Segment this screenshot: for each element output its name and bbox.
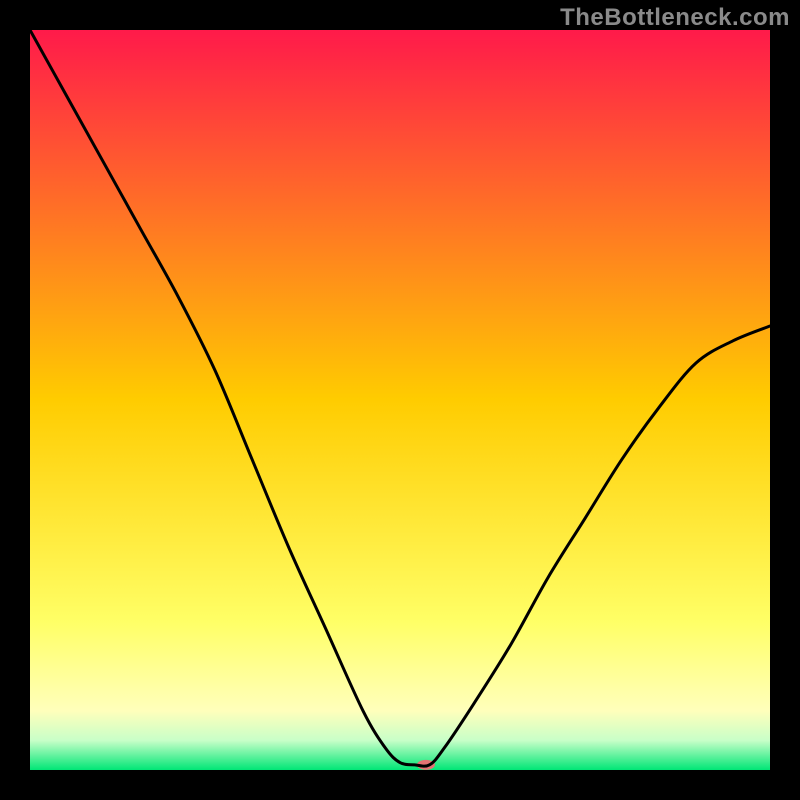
chart-container: { "watermark": "TheBottleneck.com", "cha… bbox=[0, 0, 800, 800]
watermark-text: TheBottleneck.com bbox=[560, 4, 790, 32]
bottleneck-chart bbox=[0, 0, 800, 800]
plot-background bbox=[30, 30, 770, 770]
